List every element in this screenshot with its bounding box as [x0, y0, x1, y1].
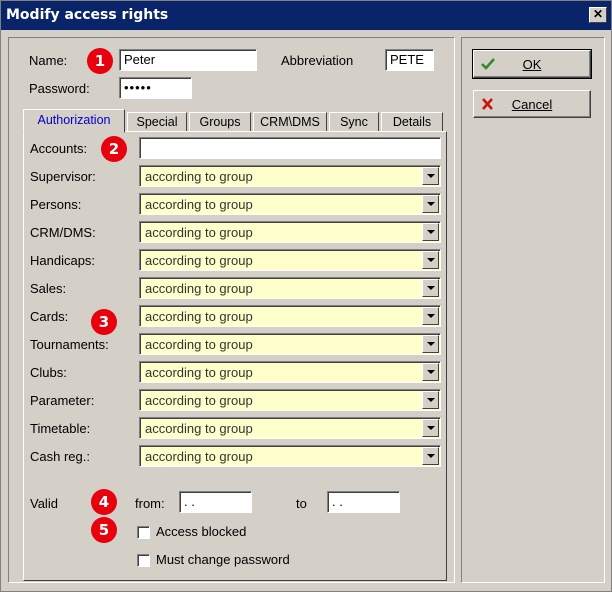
callout-badge-3: 3 — [91, 309, 117, 335]
chevron-down-icon[interactable] — [422, 419, 439, 437]
dialog-client-area: Name: 1 Peter Abbreviation PETE Password… — [4, 31, 608, 589]
permission-select-value: according to group — [145, 393, 253, 408]
chevron-down-icon[interactable] — [422, 223, 439, 241]
chevron-down-icon[interactable] — [422, 363, 439, 381]
permission-select-handicaps[interactable]: according to group — [139, 249, 441, 271]
callout-badge-1: 1 — [87, 48, 113, 74]
permission-select-crm-dms[interactable]: according to group — [139, 221, 441, 243]
access-blocked-label[interactable]: Access blocked — [156, 524, 246, 539]
chevron-down-icon[interactable] — [422, 335, 439, 353]
tab-authorization[interactable]: Authorization — [23, 109, 125, 133]
permission-select-parameter[interactable]: according to group — [139, 389, 441, 411]
cancel-button-label: Cancel — [511, 97, 553, 112]
permission-label-crm-dms: CRM/DMS: — [30, 225, 96, 240]
permission-label-supervisor: Supervisor: — [30, 169, 96, 184]
ok-button[interactable]: OK — [472, 49, 592, 79]
name-field[interactable]: Peter — [119, 49, 257, 71]
permission-select-cards[interactable]: according to group — [139, 305, 441, 327]
permission-label-sales: Sales: — [30, 281, 67, 296]
callout-badge-4: 4 — [91, 489, 117, 515]
permission-select-value: according to group — [145, 225, 253, 240]
tab-special[interactable]: Special — [127, 112, 187, 132]
permission-select-value: according to group — [145, 309, 253, 324]
valid-from-label: from: — [135, 496, 165, 511]
close-icon: ✕ — [592, 7, 604, 21]
permission-select-value: according to group — [145, 365, 253, 380]
accounts-label: Accounts: — [30, 141, 88, 156]
chevron-down-icon[interactable] — [422, 307, 439, 325]
permission-select-timetable[interactable]: according to group — [139, 417, 441, 439]
permission-label-timetable: Timetable: — [30, 421, 91, 436]
valid-to-date-field[interactable]: . . — [327, 491, 400, 513]
accounts-field[interactable] — [139, 137, 441, 159]
title-bar[interactable]: Modify access rights ✕ — [1, 1, 611, 30]
permission-select-clubs[interactable]: according to group — [139, 361, 441, 383]
ok-button-label: OK — [522, 57, 542, 72]
chevron-down-icon[interactable] — [422, 391, 439, 409]
permission-select-sales[interactable]: according to group — [139, 277, 441, 299]
permission-select-cash-reg[interactable]: according to group — [139, 445, 441, 467]
callout-badge-2: 2 — [101, 136, 127, 162]
button-panel: OK Cancel — [461, 37, 605, 583]
name-label: Name: — [29, 53, 68, 68]
permission-select-persons[interactable]: according to group — [139, 193, 441, 215]
abbreviation-field[interactable]: PETE — [385, 49, 434, 71]
permission-select-tournaments[interactable]: according to group — [139, 333, 441, 355]
authorization-tab-panel: Accounts: 2 Supervisor: according to grou… — [23, 131, 447, 581]
abbreviation-label: Abbreviation — [281, 53, 354, 68]
must-change-password-label[interactable]: Must change password — [156, 552, 290, 567]
must-change-password-checkbox[interactable] — [137, 554, 150, 567]
access-blocked-checkbox[interactable] — [137, 526, 150, 539]
dialog-title: Modify access rights — [6, 7, 169, 23]
permission-select-value: according to group — [145, 337, 253, 352]
tab-sync[interactable]: Sync — [329, 112, 379, 132]
valid-to-label: to — [296, 496, 307, 511]
valid-from-date-field[interactable]: . . — [179, 491, 252, 513]
password-label: Password: — [29, 81, 90, 96]
permission-select-supervisor[interactable]: according to group — [139, 165, 441, 187]
cancel-button[interactable]: Cancel — [473, 90, 591, 118]
tab-crm-dms[interactable]: CRM\DMS — [253, 112, 327, 132]
permission-label-cash-reg: Cash reg.: — [30, 449, 90, 464]
permission-select-value: according to group — [145, 253, 253, 268]
permission-label-tournaments: Tournaments: — [30, 337, 109, 352]
close-button[interactable]: ✕ — [589, 7, 607, 23]
permission-label-parameter: Parameter: — [30, 393, 95, 408]
permission-label-clubs: Clubs: — [30, 365, 67, 380]
chevron-down-icon[interactable] — [422, 195, 439, 213]
permission-label-persons: Persons: — [30, 197, 82, 212]
permission-label-cards: Cards: — [30, 309, 69, 324]
tab-groups[interactable]: Groups — [189, 112, 251, 132]
permission-select-value: according to group — [145, 421, 253, 436]
permission-select-value: according to group — [145, 281, 253, 296]
permission-label-handicaps: Handicaps: — [30, 253, 96, 268]
left-panel: Name: 1 Peter Abbreviation PETE Password… — [8, 37, 455, 583]
permission-select-value: according to group — [145, 197, 253, 212]
permission-select-value: according to group — [145, 169, 253, 184]
chevron-down-icon[interactable] — [422, 167, 439, 185]
permission-select-value: according to group — [145, 449, 253, 464]
chevron-down-icon[interactable] — [422, 279, 439, 297]
valid-label: Valid — [30, 496, 58, 511]
modify-access-rights-dialog: Modify access rights ✕ Name: 1 Peter Abb… — [0, 0, 612, 592]
chevron-down-icon[interactable] — [422, 251, 439, 269]
callout-badge-5: 5 — [91, 517, 117, 543]
tab-details[interactable]: Details — [381, 112, 443, 132]
chevron-down-icon[interactable] — [422, 447, 439, 465]
password-field[interactable]: ••••• — [119, 77, 192, 99]
